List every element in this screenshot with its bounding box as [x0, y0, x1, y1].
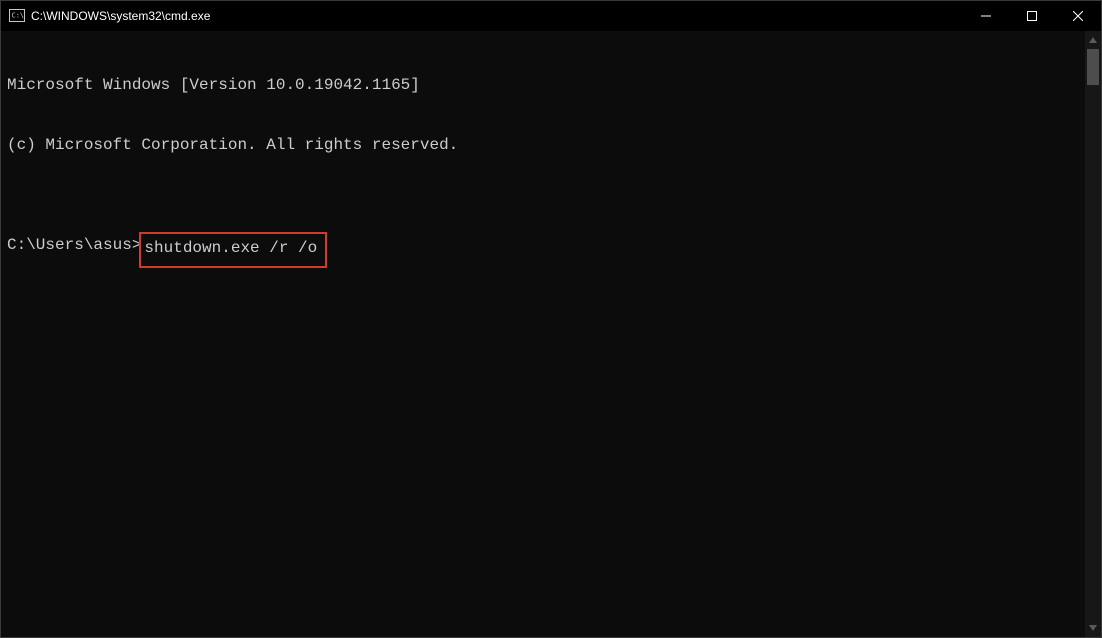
command-highlight-box: shutdown.exe /r /o: [139, 232, 327, 268]
prompt-path: C:\Users\asus>: [7, 235, 141, 255]
version-line: Microsoft Windows [Version 10.0.19042.11…: [7, 75, 1083, 95]
scroll-thumb[interactable]: [1087, 49, 1099, 85]
prompt-line: C:\Users\asus>shutdown.exe /r /o: [7, 235, 1083, 268]
copyright-line: (c) Microsoft Corporation. All rights re…: [7, 135, 1083, 155]
cmd-icon: C:\: [9, 8, 25, 24]
window-title: C:\WINDOWS\system32\cmd.exe: [31, 9, 210, 23]
cmd-window: C:\ C:\WINDOWS\system32\cmd.exe Microsof…: [0, 0, 1102, 638]
scroll-down-arrow-icon[interactable]: [1085, 619, 1101, 637]
client-area: Microsoft Windows [Version 10.0.19042.11…: [1, 31, 1101, 637]
vertical-scrollbar[interactable]: [1085, 31, 1101, 637]
typed-command[interactable]: shutdown.exe /r /o: [144, 239, 317, 257]
maximize-button[interactable]: [1009, 1, 1055, 31]
titlebar[interactable]: C:\ C:\WINDOWS\system32\cmd.exe: [1, 1, 1101, 31]
minimize-button[interactable]: [963, 1, 1009, 31]
close-button[interactable]: [1055, 1, 1101, 31]
scroll-up-arrow-icon[interactable]: [1085, 31, 1101, 49]
svg-text:C:\: C:\: [12, 12, 25, 20]
window-controls: [963, 1, 1101, 31]
console-output[interactable]: Microsoft Windows [Version 10.0.19042.11…: [1, 31, 1085, 637]
